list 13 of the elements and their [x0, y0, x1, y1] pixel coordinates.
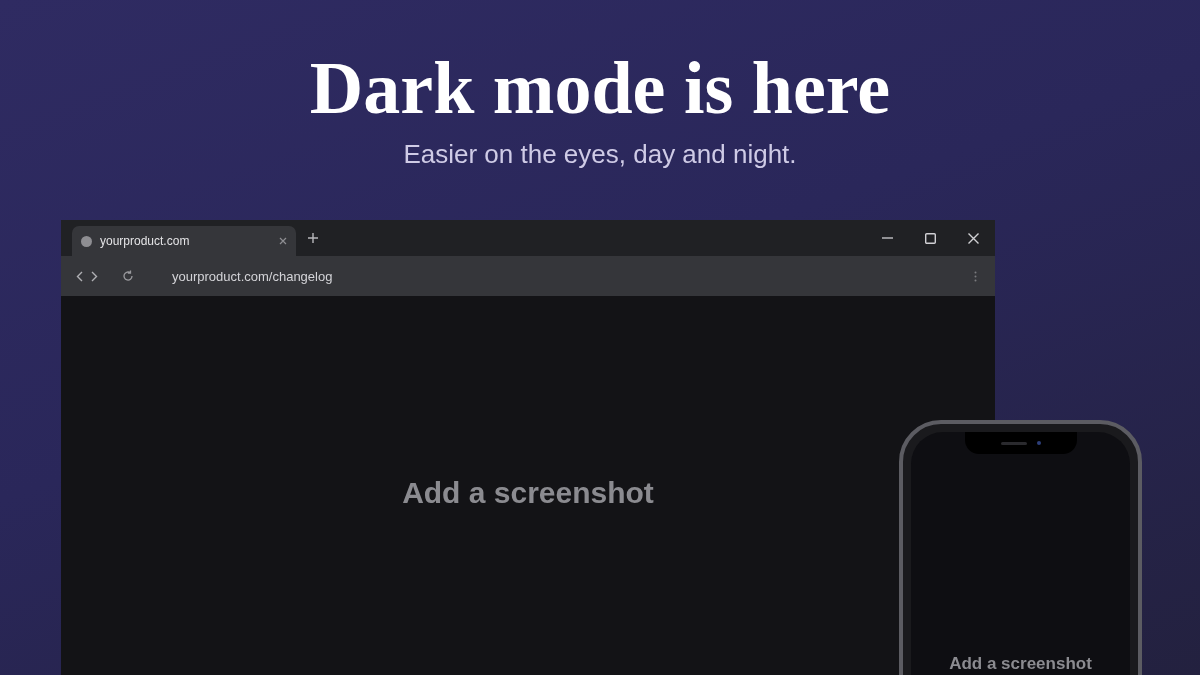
maximize-icon[interactable]: [925, 232, 936, 244]
favicon-icon: [81, 235, 92, 247]
forward-icon[interactable]: [91, 270, 98, 282]
screenshot-caption: Add a screenshot: [949, 654, 1092, 674]
browser-tab[interactable]: yourproduct.com: [72, 226, 296, 256]
plus-icon[interactable]: [308, 233, 318, 243]
close-icon[interactable]: [968, 232, 979, 244]
back-icon[interactable]: [76, 270, 83, 282]
address-bar[interactable]: yourproduct.com/changelog: [172, 268, 333, 284]
screenshot-caption: Add a screenshot: [402, 476, 654, 511]
headline: Dark mode is here: [309, 48, 891, 128]
reload-icon[interactable]: [122, 270, 134, 282]
subtitle: Easier on the eyes, day and night.: [403, 138, 797, 170]
